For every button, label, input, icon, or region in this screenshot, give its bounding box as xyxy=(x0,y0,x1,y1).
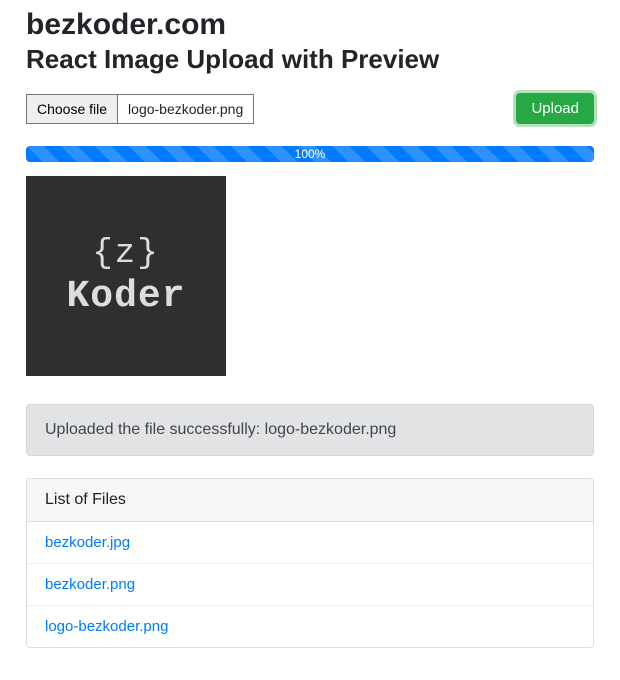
file-link[interactable]: logo-bezkoder.png xyxy=(45,618,168,635)
file-link[interactable]: bezkoder.jpg xyxy=(45,534,130,551)
list-item: bezkoder.jpg xyxy=(27,522,593,564)
preview-logo-line2: Koder xyxy=(66,275,185,318)
upload-row: Choose file logo-bezkoder.png Upload xyxy=(26,93,594,124)
image-preview: {z} Koder xyxy=(26,176,226,376)
upload-status-alert: Uploaded the file successfully: logo-bez… xyxy=(26,404,594,456)
upload-button[interactable]: Upload xyxy=(516,93,594,124)
files-list: bezkoder.jpg bezkoder.png logo-bezkoder.pn… xyxy=(27,522,593,647)
file-link[interactable]: bezkoder.png xyxy=(45,576,135,593)
preview-logo-line1: {z} xyxy=(92,235,159,273)
file-input[interactable]: Choose file logo-bezkoder.png xyxy=(26,94,254,124)
progress-bar: 100% xyxy=(26,146,594,162)
progress-percent: 100% xyxy=(26,146,594,162)
files-header: List of Files xyxy=(27,479,593,522)
selected-file-name: logo-bezkoder.png xyxy=(118,101,253,117)
list-item: bezkoder.png xyxy=(27,564,593,606)
choose-file-button[interactable]: Choose file xyxy=(27,95,118,123)
files-card: List of Files bezkoder.jpg bezkoder.png lo… xyxy=(26,478,594,648)
list-item: logo-bezkoder.png xyxy=(27,606,593,647)
page-title: React Image Upload with Preview xyxy=(26,44,594,75)
site-name: bezkoder.com xyxy=(26,8,594,42)
